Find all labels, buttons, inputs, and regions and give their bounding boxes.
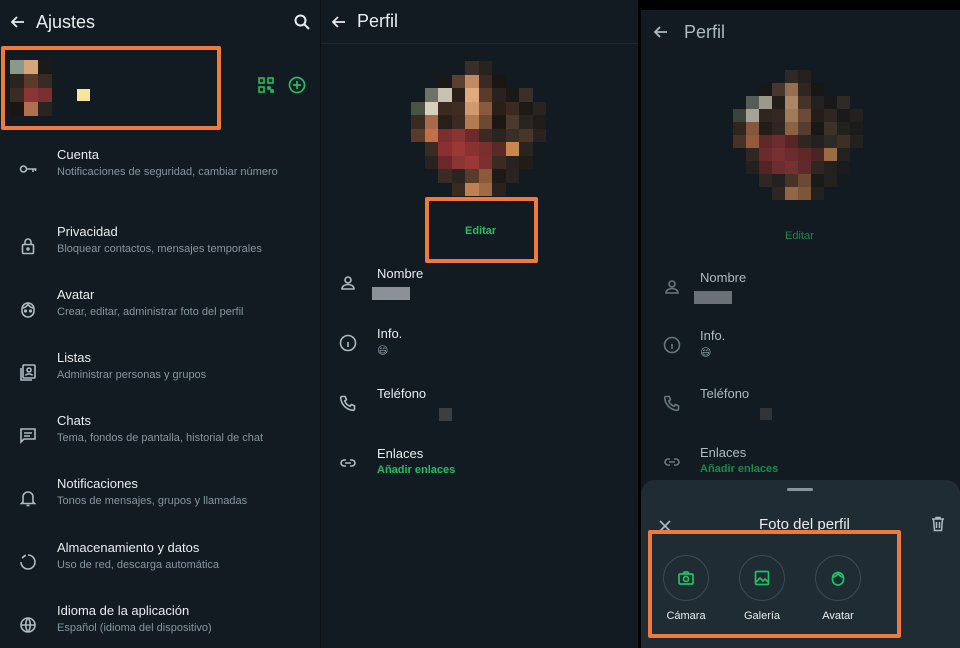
camera-icon: [678, 571, 694, 585]
info-icon: [339, 334, 357, 352]
field-value: 😄: [377, 345, 389, 357]
info-icon: [663, 336, 681, 354]
settings-item-subtitle: Uso de red, descarga automática: [57, 559, 220, 571]
photo-bottom-sheet: Foto del perfil Cámara Galería Avatar: [641, 480, 960, 648]
globe-icon: [18, 615, 38, 635]
settings-item-subtitle: Bloquear contactos, mensajes temporales: [57, 243, 262, 255]
settings-item-title: Listas: [57, 350, 91, 365]
field-label: Enlaces: [700, 445, 747, 460]
settings-item-almacenamiento[interactable]: Almacenamiento y datos Uso de red, desca…: [0, 540, 320, 590]
chat-icon: [18, 425, 38, 445]
settings-item-avatar[interactable]: Avatar Crear, editar, administrar foto d…: [0, 287, 320, 337]
settings-item-title: Idioma de la aplicación: [57, 603, 190, 618]
bell-icon: [18, 488, 38, 508]
field-label: Info.: [700, 328, 726, 343]
settings-item-subtitle: Tema, fondos de pantalla, historial de c…: [57, 432, 264, 444]
page-title: Perfil: [684, 21, 726, 42]
back-arrow-icon[interactable]: [641, 24, 677, 40]
settings-item-title: Chats: [57, 413, 91, 428]
drag-handle[interactable]: [787, 488, 813, 491]
profile-header: Perfil: [321, 0, 638, 44]
settings-item-notificaciones[interactable]: Notificaciones Tonos de mensajes, grupos…: [0, 476, 320, 526]
field-value: 😄: [700, 347, 712, 359]
status-square: [77, 89, 90, 101]
field-label: Info.: [377, 326, 403, 341]
edit-photo-button[interactable]: Editar: [465, 225, 496, 237]
camera-label: Cámara: [666, 610, 706, 622]
settings-item-cuenta[interactable]: Cuenta Notificaciones de seguridad, camb…: [0, 147, 320, 197]
field-label: Nombre: [377, 266, 424, 281]
page-title: Perfil: [357, 11, 399, 31]
avatar-button[interactable]: [815, 555, 861, 601]
avatar: [10, 60, 66, 116]
settings-item-idioma[interactable]: Idioma de la aplicación Español (idioma …: [0, 603, 320, 648]
avatar-icon: [18, 299, 38, 319]
settings-item-privacidad[interactable]: Privacidad Bloquear contactos, mensajes …: [0, 224, 320, 274]
settings-screen: Ajustes Cuenta Notificaciones de segurid…: [0, 0, 320, 648]
phone-icon: [663, 394, 681, 412]
back-arrow-icon[interactable]: [321, 14, 357, 30]
phone-icon: [339, 394, 357, 412]
settings-header: Ajustes: [0, 0, 320, 44]
camera-option[interactable]: Cámara: [663, 555, 709, 622]
page-title: Ajustes: [36, 11, 96, 32]
lock-icon: [18, 236, 38, 256]
name-value-redacted: [372, 287, 410, 300]
profile-screen: Perfil Editar Nombre Info. 😄 Teléfono En…: [320, 0, 638, 648]
settings-item-title: Notificaciones: [57, 476, 138, 491]
edit-photo-button: Editar: [785, 230, 814, 242]
settings-item-title: Privacidad: [57, 224, 118, 239]
person-icon: [339, 274, 357, 292]
settings-item-chats[interactable]: Chats Tema, fondos de pantalla, historia…: [0, 413, 320, 463]
link-icon: [663, 453, 681, 471]
profile-card[interactable]: [0, 44, 320, 134]
gallery-button[interactable]: [739, 555, 785, 601]
avatar-label: Avatar: [822, 610, 854, 622]
profile-photo: [733, 70, 863, 200]
sheet-title: Foto del perfil: [759, 516, 850, 533]
settings-item-subtitle: Crear, editar, administrar foto del perf…: [57, 306, 244, 318]
avatar-icon: [831, 571, 845, 586]
settings-item-title: Cuenta: [57, 147, 99, 162]
phone-value-redacted: [439, 408, 452, 421]
field-label: Nombre: [700, 270, 747, 285]
add-links-link: Añadir enlaces: [700, 463, 779, 475]
search-icon[interactable]: [293, 13, 311, 36]
gallery-label: Galería: [743, 610, 781, 622]
phone-value-redacted: [760, 408, 772, 420]
contacts-icon: [18, 362, 38, 382]
add-links-link[interactable]: Añadir enlaces: [377, 464, 455, 476]
avatar-option[interactable]: Avatar: [815, 555, 861, 622]
gallery-icon: [754, 570, 770, 586]
camera-button[interactable]: [663, 555, 709, 601]
settings-item-title: Almacenamiento y datos: [57, 540, 200, 555]
settings-item-subtitle: Administrar personas y grupos: [57, 369, 207, 381]
profile-header: Perfil: [641, 10, 960, 54]
close-icon[interactable]: [658, 519, 672, 538]
storage-icon: [18, 552, 38, 572]
settings-item-subtitle: Tonos de mensajes, grupos y llamadas: [57, 495, 248, 507]
field-label: Teléfono: [700, 386, 750, 401]
name-value-redacted: [694, 291, 732, 304]
settings-item-subtitle: Notificaciones de seguridad, cambiar núm…: [57, 166, 278, 178]
qr-code-icon[interactable]: [258, 77, 274, 98]
gallery-option[interactable]: Galería: [739, 555, 785, 622]
link-icon: [339, 454, 357, 472]
person-icon: [663, 278, 681, 296]
settings-item-title: Avatar: [57, 287, 95, 302]
field-label: Teléfono: [377, 386, 427, 401]
key-icon: [18, 159, 38, 179]
profile-photo[interactable]: [411, 61, 546, 196]
settings-item-listas[interactable]: Listas Administrar personas y grupos: [0, 350, 320, 400]
trash-icon[interactable]: [931, 516, 945, 537]
profile-photo-sheet-screen: Perfil Editar Nombre Info. 😄 Teléfono En…: [641, 10, 960, 648]
settings-item-subtitle: Español (idioma del dispositivo): [57, 622, 212, 634]
field-label: Enlaces: [377, 446, 424, 461]
back-arrow-icon[interactable]: [0, 14, 36, 30]
add-circle-icon[interactable]: [288, 76, 306, 99]
